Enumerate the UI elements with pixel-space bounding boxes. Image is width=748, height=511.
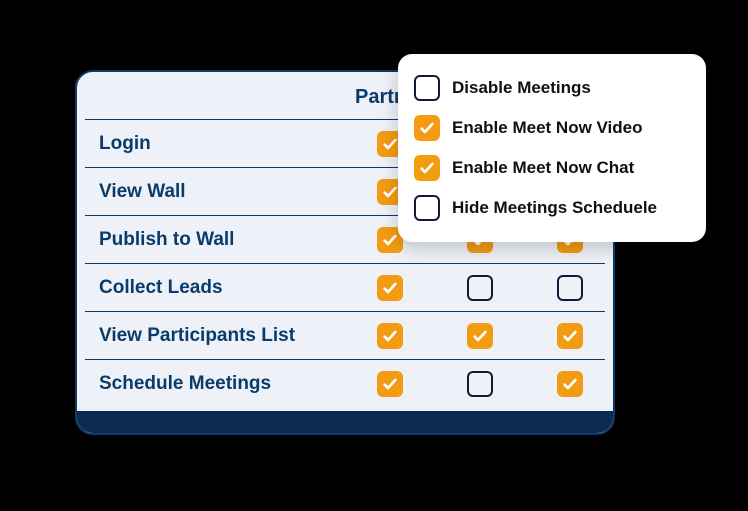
row-label: Collect Leads xyxy=(85,277,345,299)
permission-checkbox[interactable] xyxy=(377,371,403,397)
dropdown-item-label: Disable Meetings xyxy=(452,78,591,98)
dropdown-item-label: Hide Meetings Scheduele xyxy=(452,198,657,218)
dropdown-item[interactable]: Disable Meetings xyxy=(414,68,690,108)
permission-checkbox[interactable] xyxy=(557,371,583,397)
row-label: Login xyxy=(85,133,345,155)
table-row: Collect Leads xyxy=(85,263,605,311)
table-row: View Participants List xyxy=(85,311,605,359)
dropdown-item-label: Enable Meet Now Chat xyxy=(452,158,634,178)
permission-cell xyxy=(345,371,435,397)
dropdown-checkbox[interactable] xyxy=(414,155,440,181)
dropdown-checkbox[interactable] xyxy=(414,195,440,221)
permission-cell xyxy=(435,371,525,397)
permission-cell xyxy=(435,323,525,349)
permission-cell xyxy=(525,371,615,397)
permission-checkbox[interactable] xyxy=(377,275,403,301)
dropdown-item-label: Enable Meet Now Video xyxy=(452,118,643,138)
row-label: View Wall xyxy=(85,181,345,203)
permission-checkbox[interactable] xyxy=(557,323,583,349)
card-footer xyxy=(77,411,613,433)
dropdown-checkbox[interactable] xyxy=(414,115,440,141)
permission-checkbox[interactable] xyxy=(557,275,583,301)
row-label: Publish to Wall xyxy=(85,229,345,251)
permission-cell xyxy=(525,275,615,301)
row-label: View Participants List xyxy=(85,325,345,347)
meetings-dropdown: Disable Meetings Enable Meet Now Video Ena… xyxy=(398,54,706,242)
permission-cell xyxy=(525,323,615,349)
permission-checkbox[interactable] xyxy=(467,371,493,397)
permission-checkbox[interactable] xyxy=(467,275,493,301)
permission-cell xyxy=(435,275,525,301)
dropdown-item[interactable]: Enable Meet Now Video xyxy=(414,108,690,148)
dropdown-checkbox[interactable] xyxy=(414,75,440,101)
row-label: Schedule Meetings xyxy=(85,373,345,395)
table-row: Schedule Meetings xyxy=(85,359,605,407)
permission-cell xyxy=(345,323,435,349)
permission-checkbox[interactable] xyxy=(467,323,493,349)
permission-cell xyxy=(345,275,435,301)
dropdown-item[interactable]: Enable Meet Now Chat xyxy=(414,148,690,188)
dropdown-item[interactable]: Hide Meetings Scheduele xyxy=(414,188,690,228)
permission-checkbox[interactable] xyxy=(377,323,403,349)
